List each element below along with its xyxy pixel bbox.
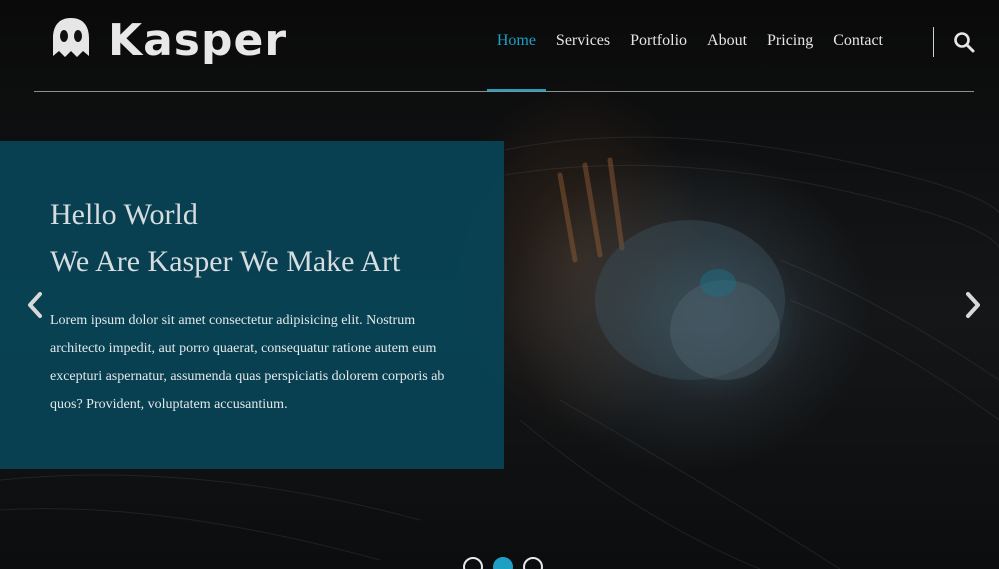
- site-header: Kasper Home Services Portfolio About Pri…: [0, 0, 999, 92]
- slider-bullet[interactable]: [493, 557, 513, 569]
- nav-portfolio[interactable]: Portfolio: [620, 32, 697, 91]
- slider-bullets: [463, 557, 543, 569]
- nav-divider: [933, 27, 934, 57]
- hero-heading-line1: Hello World: [50, 198, 198, 231]
- main-nav: Home Services Portfolio About Pricing Co…: [486, 32, 893, 91]
- nav-contact[interactable]: Contact: [823, 32, 893, 91]
- nav-about[interactable]: About: [697, 32, 757, 91]
- header-divider: [34, 91, 974, 92]
- brand-name: Kasper: [108, 15, 288, 66]
- chevron-right-icon[interactable]: [962, 290, 984, 320]
- hero-heading-line2: We Are Kasper We Make Art: [50, 245, 401, 278]
- slider-bullet[interactable]: [523, 557, 543, 569]
- hero-content-panel: Hello World We Are Kasper We Make Art Lo…: [0, 141, 504, 469]
- search-icon[interactable]: [953, 31, 975, 53]
- chevron-left-icon[interactable]: [24, 290, 46, 320]
- nav-pricing[interactable]: Pricing: [757, 32, 823, 91]
- nav-services[interactable]: Services: [546, 32, 620, 91]
- hero-paragraph: Lorem ipsum dolor sit amet consectetur a…: [50, 313, 445, 412]
- nav-home[interactable]: Home: [486, 32, 547, 91]
- logo[interactable]: Kasper: [50, 15, 288, 66]
- ghost-icon: [53, 18, 89, 57]
- slider-bullet[interactable]: [463, 557, 483, 569]
